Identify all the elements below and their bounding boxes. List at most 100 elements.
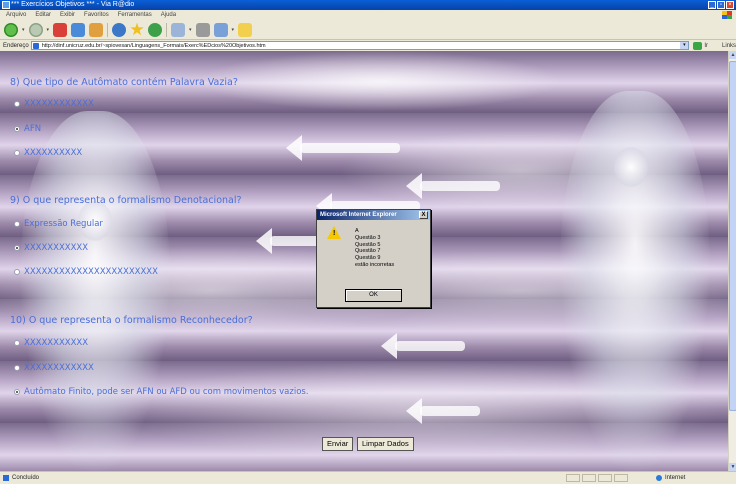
dialog-message-line: Questão 3	[355, 234, 381, 241]
radio-button[interactable]	[14, 221, 20, 227]
maximize-button[interactable]: ▫	[717, 1, 725, 9]
option[interactable]: XXXXXXXXXXX	[14, 243, 88, 253]
page-icon	[32, 43, 39, 49]
address-url: http://dinf.unicruz.edu.br/~spiovesan/Li…	[41, 43, 266, 49]
address-bar: Endereço http://dinf.unicruz.edu.br/~spi…	[0, 40, 736, 51]
option[interactable]: XXXXXXXXXXXX	[14, 363, 94, 373]
mail-dropdown-icon[interactable]: ▾	[189, 27, 192, 33]
forward-icon[interactable]	[28, 22, 43, 37]
menu-bar: Arquivo Editar Exibir Favoritos Ferramen…	[0, 10, 736, 20]
dialog-message-line: Questão 9	[355, 255, 381, 262]
search-icon[interactable]	[112, 22, 127, 37]
option-label: XXXXXXXXXXXX	[24, 99, 94, 109]
scroll-thumb[interactable]	[729, 61, 736, 411]
favorites-star-icon[interactable]	[130, 22, 144, 36]
option-label: Expressão Regular	[24, 219, 103, 229]
background-arrow	[381, 333, 465, 359]
window-controls: _ ▫ ×	[708, 1, 734, 9]
window-title: *** Exercícios Objetivos *** - Via R@dio	[11, 1, 135, 8]
address-dropdown-icon[interactable]: ▾	[680, 42, 689, 49]
question-8-text: 8) Que tipo de Autômato contém Palavra V…	[10, 77, 238, 88]
dialog-close-button[interactable]: X	[419, 211, 428, 219]
menu-arquivo[interactable]: Arquivo	[6, 10, 26, 20]
mail-icon[interactable]	[171, 22, 186, 37]
ie-app-icon	[2, 1, 10, 9]
status-pane	[582, 474, 596, 482]
toolbar: ▾ ▾ ▾ ▾	[0, 20, 736, 40]
edit-icon[interactable]	[213, 22, 228, 37]
back-icon[interactable]	[4, 22, 18, 37]
stop-icon[interactable]	[53, 22, 68, 37]
menu-ajuda[interactable]: Ajuda	[161, 10, 176, 20]
history-icon[interactable]	[148, 22, 163, 37]
dialog-message-line: A	[355, 228, 359, 234]
menu-ferramentas[interactable]: Ferramentas	[118, 10, 152, 20]
warning-exclamation-icon: !	[333, 230, 336, 237]
folder-icon[interactable]	[238, 22, 253, 37]
vertical-scrollbar[interactable]: ▲ ▼	[728, 51, 736, 471]
scroll-up-icon[interactable]: ▲	[729, 51, 736, 59]
option-label: Autômato Finito, pode ser AFN ou AFD ou …	[24, 387, 309, 397]
question-9-text: 9) O que representa o formalismo Denotac…	[10, 195, 242, 206]
clear-button[interactable]: Limpar Dados	[357, 437, 414, 451]
minimize-button[interactable]: _	[708, 1, 716, 9]
toolbar-separator	[166, 22, 168, 37]
edit-dropdown-icon[interactable]: ▾	[232, 27, 235, 33]
option-label: XXXXXXXXXXXX	[24, 363, 94, 373]
option[interactable]: XXXXXXXXXXXXXXXXXXXXXXX	[14, 267, 158, 277]
status-panes	[566, 474, 628, 482]
security-zone-text: Internet	[665, 475, 686, 481]
close-window-button[interactable]: ×	[726, 1, 734, 9]
dialog-message-line: estão incorretas	[355, 261, 395, 268]
window-titlebar: *** Exercícios Objetivos *** - Via R@dio…	[0, 0, 736, 10]
background-figure-head	[614, 147, 648, 187]
radio-button[interactable]	[14, 150, 20, 156]
option[interactable]: AFN	[14, 124, 41, 134]
submit-button[interactable]: Enviar	[322, 437, 354, 451]
radio-button-checked[interactable]	[14, 126, 20, 132]
scroll-down-icon[interactable]: ▼	[729, 463, 736, 471]
option-label: XXXXXXXXXX	[24, 148, 83, 158]
radio-button-checked[interactable]	[14, 389, 20, 395]
home-icon[interactable]	[89, 22, 104, 37]
option-label: XXXXXXXXXXXXXXXXXXXXXXX	[24, 267, 158, 277]
go-arrow-icon[interactable]	[693, 41, 703, 50]
address-input[interactable]: http://dinf.unicruz.edu.br/~spiovesan/Li…	[30, 41, 690, 50]
radio-button[interactable]	[14, 340, 20, 346]
address-label: Endereço	[3, 42, 29, 49]
dialog-ok-button[interactable]: OK	[345, 289, 402, 302]
status-pane	[614, 474, 628, 482]
option[interactable]: Autômato Finito, pode ser AFN ou AFD ou …	[14, 387, 309, 397]
status-pane	[598, 474, 612, 482]
dialog-title: Microsoft Internet Explorer	[320, 212, 397, 218]
radio-button[interactable]	[14, 365, 20, 371]
option[interactable]: XXXXXXXXXXXX	[14, 99, 94, 109]
radio-button[interactable]	[14, 101, 20, 107]
alert-dialog: Microsoft Internet Explorer X ! A Questã…	[316, 209, 431, 308]
back-dropdown-icon[interactable]: ▾	[22, 27, 25, 33]
radio-button-checked[interactable]	[14, 245, 20, 251]
background-arrow	[286, 135, 400, 161]
option-label: XXXXXXXXXXX	[24, 338, 89, 348]
windows-logo-icon	[722, 11, 732, 19]
dialog-message: A Questão 3 Questão 5 Questão 7 Questão …	[355, 228, 394, 269]
links-button[interactable]: Links	[722, 43, 736, 49]
option[interactable]: XXXXXXXXXXX	[14, 338, 88, 348]
menu-exibir[interactable]: Exibir	[60, 10, 75, 20]
print-icon[interactable]	[195, 22, 210, 37]
question-10-text: 10) O que representa o formalismo Reconh…	[10, 315, 253, 326]
dialog-message-line: Questão 5	[355, 241, 381, 248]
refresh-icon[interactable]	[71, 22, 86, 37]
menu-editar[interactable]: Editar	[35, 10, 51, 20]
background-arrow	[406, 398, 480, 424]
toolbar-separator	[107, 22, 109, 37]
background-figure-left	[20, 111, 170, 471]
option-label: AFN	[24, 124, 42, 134]
forward-dropdown-icon[interactable]: ▾	[47, 27, 50, 33]
radio-button[interactable]	[14, 269, 20, 275]
go-button[interactable]: Ir	[704, 43, 708, 49]
internet-globe-icon	[656, 475, 662, 481]
menu-favoritos[interactable]: Favoritos	[84, 10, 109, 20]
option[interactable]: XXXXXXXXXX	[14, 148, 82, 158]
option[interactable]: Expressão Regular	[14, 219, 103, 229]
